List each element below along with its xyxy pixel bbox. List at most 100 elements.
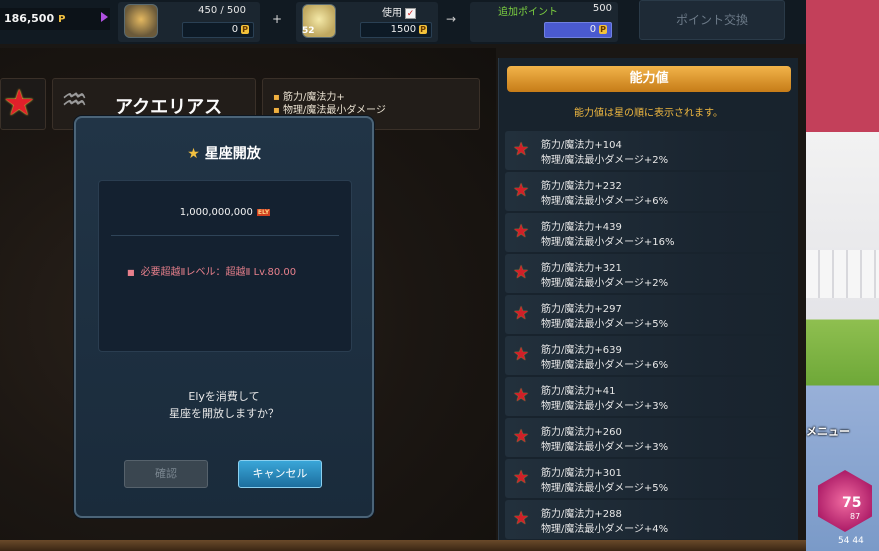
requirement-text: ■ 必要超越Ⅱレベル：超越Ⅱ Lv.80.00 xyxy=(127,263,296,278)
item-slot-2[interactable]: 52 使用 ✓ 1500 P xyxy=(296,2,438,42)
stat-row: ★ 筋力/魔法力+104 物理/魔法最小ダメージ+2% xyxy=(505,131,795,170)
stat-row: ★ 筋力/魔法力+41 物理/魔法最小ダメージ+3% xyxy=(505,377,795,416)
stat-line-2: 物理/魔法最小ダメージ+2% xyxy=(541,155,669,166)
stat-line-2: 物理/魔法最小ダメージ+4% xyxy=(541,524,669,535)
point-coin-icon: P xyxy=(241,25,249,34)
stat-row: ★ 筋力/魔法力+260 物理/魔法最小ダメージ+3% xyxy=(505,418,795,457)
menu-button[interactable]: メニュー xyxy=(806,423,850,439)
ely-icon: ELY xyxy=(256,208,271,216)
star-icon: ★ xyxy=(513,221,530,242)
stat-line-1: 筋力/魔法力+321 xyxy=(541,263,622,274)
stats-panel: 能力値 能力値は星の順に表示されます。 ★ 筋力/魔法力+104 物理/魔法最小ダメ… xyxy=(498,58,798,540)
level-sub-value: 87 xyxy=(850,512,861,521)
star-icon: ★ xyxy=(513,467,530,488)
stat-row: ★ 筋力/魔法力+639 物理/魔法最小ダメージ+6% xyxy=(505,336,795,375)
stat-row: ★ 筋力/魔法力+439 物理/魔法最小ダメージ+16% xyxy=(505,213,795,252)
stat-row: ★ 筋力/魔法力+321 物理/魔法最小ダメージ+2% xyxy=(505,254,795,293)
item-slot-1-field: 0P xyxy=(182,22,254,38)
stat-row: ★ 筋力/魔法力+301 物理/魔法最小ダメージ+5% xyxy=(505,459,795,498)
top-bar: 186,500 P 450 / 500 0P + 52 使用 ✓ 1500 P → 追… xyxy=(0,0,806,44)
stat-line-1: 筋力/魔法力+297 xyxy=(541,304,622,315)
stat-line-2: 物理/魔法最小ダメージ+6% xyxy=(541,196,669,207)
use-checkbox[interactable]: ✓ xyxy=(405,7,416,19)
stat-line-1: 筋力/魔法力+41 xyxy=(541,386,616,397)
star-icon: ★ xyxy=(513,426,530,447)
stat-line-2: 物理/魔法最小ダメージ+6% xyxy=(541,360,669,371)
expand-arrow-icon[interactable] xyxy=(101,12,108,22)
coordinates-readout: 54 44 xyxy=(838,536,864,546)
dialog-info-box: 1,000,000,000 ELY ■ 必要超越Ⅱレベル：超越Ⅱ Lv.80.00 xyxy=(98,180,352,352)
bullet-icon: ▪ xyxy=(273,105,283,116)
confirm-line-1: Elyを消費して xyxy=(188,390,260,403)
bullet-icon: ▪ xyxy=(273,92,283,103)
extra-points-field: 0P xyxy=(544,22,612,38)
extra-points-field-value: 0 xyxy=(589,24,597,35)
point-coin-icon: P xyxy=(599,25,607,34)
level-value: 75 xyxy=(842,495,862,511)
item-slot-2-field-value: 1500 xyxy=(390,24,417,35)
item-slot-2-field: 1500 P xyxy=(360,22,432,38)
stat-line-1: 筋力/魔法力+288 xyxy=(541,509,622,520)
star-icon: ★ xyxy=(513,262,530,283)
stats-list: ★ 筋力/魔法力+104 物理/魔法最小ダメージ+2% ★ 筋力/魔法力+232 物理/… xyxy=(505,131,795,541)
star-icon: ★ xyxy=(513,303,530,324)
stat-line-1: 筋力/魔法力+260 xyxy=(541,427,622,438)
stat-line-2: 物理/魔法最小ダメージ+5% xyxy=(541,319,669,330)
bonus-line-1-text: 筋力/魔法力+ xyxy=(282,92,345,103)
extra-points-slot: 追加ポイント 500 0P xyxy=(470,2,618,42)
star-icon: ★ xyxy=(513,508,530,529)
constellation-star-slot[interactable]: ★ xyxy=(0,78,46,130)
stat-line-2: 物理/魔法最小ダメージ+3% xyxy=(541,442,669,453)
item-quantity-badge: 52 xyxy=(302,26,315,36)
arrow-right-icon: → xyxy=(446,12,457,26)
use-toggle[interactable]: 使用 ✓ xyxy=(382,4,416,19)
star-icon: ★ xyxy=(3,83,36,124)
stat-line-1: 筋力/魔法力+232 xyxy=(541,181,622,192)
scene-railing xyxy=(806,250,879,298)
star-icon: ★ xyxy=(187,146,200,162)
bonus-line-1: ▪ 筋力/魔法力+ xyxy=(273,91,479,104)
confirm-line-2: 星座を開放しますか？ xyxy=(169,407,279,420)
use-label: 使用 xyxy=(382,8,402,19)
stat-line-1: 筋力/魔法力+639 xyxy=(541,345,622,356)
stat-row: ★ 筋力/魔法力+297 物理/魔法最小ダメージ+5% xyxy=(505,295,795,334)
star-icon: ★ xyxy=(513,385,530,406)
stat-line-2: 物理/魔法最小ダメージ+5% xyxy=(541,483,669,494)
confirm-button[interactable]: 確認 xyxy=(124,460,208,488)
stat-line-2: 物理/魔法最小ダメージ+3% xyxy=(541,401,669,412)
stat-line-2: 物理/魔法最小ダメージ+2% xyxy=(541,278,669,289)
plus-icon: + xyxy=(272,12,283,26)
bonus-line-2-text: 物理/魔法最小ダメージ xyxy=(282,105,386,116)
point-exchange-button[interactable]: ポイント交換 xyxy=(639,0,785,40)
stat-line-2: 物理/魔法最小ダメージ+16% xyxy=(541,237,675,248)
point-coin-icon: P xyxy=(419,25,427,34)
bullet-icon: ■ xyxy=(127,268,135,277)
requirement-value: 必要超越Ⅱレベル：超越Ⅱ Lv.80.00 xyxy=(140,267,297,278)
point-coin-icon: P xyxy=(58,14,66,25)
stat-line-1: 筋力/魔法力+439 xyxy=(541,222,622,233)
cancel-button[interactable]: キャンセル xyxy=(238,460,322,488)
stat-row: ★ 筋力/魔法力+232 物理/魔法最小ダメージ+6% xyxy=(505,172,795,211)
star-icon: ★ xyxy=(513,344,530,365)
unlock-cost-value: 1,000,000,000 xyxy=(179,207,253,218)
aquarius-symbol-icon: ♒ xyxy=(61,83,88,118)
confirm-message: Elyを消費して 星座を開放しますか？ xyxy=(76,388,372,422)
unlock-cost: 1,000,000,000 ELY xyxy=(99,207,351,218)
extra-points-label: 追加ポイント xyxy=(498,7,558,18)
stats-panel-subtitle: 能力値は星の順に表示されます。 xyxy=(574,108,723,119)
stat-line-1: 筋力/魔法力+104 xyxy=(541,140,622,151)
item-icon[interactable] xyxy=(124,4,158,38)
game-scene xyxy=(806,0,879,551)
points-total: 186,500 P xyxy=(0,8,110,30)
bottom-frame xyxy=(0,540,806,551)
item-slot-1[interactable]: 450 / 500 0P xyxy=(118,2,260,42)
dialog-title-text: 星座開放 xyxy=(204,146,261,162)
item-slot-1-field-value: 0 xyxy=(231,24,239,35)
divider xyxy=(111,235,339,236)
unlock-dialog: ★ 星座開放 1,000,000,000 ELY ■ 必要超越Ⅱレベル：超越Ⅱ Lv… xyxy=(74,116,374,518)
points-value: 186,500 xyxy=(4,12,55,25)
item-count: 450 / 500 xyxy=(198,5,246,16)
star-icon: ★ xyxy=(513,139,530,160)
stat-line-1: 筋力/魔法力+301 xyxy=(541,468,622,479)
stats-panel-title: 能力値 xyxy=(507,66,791,92)
